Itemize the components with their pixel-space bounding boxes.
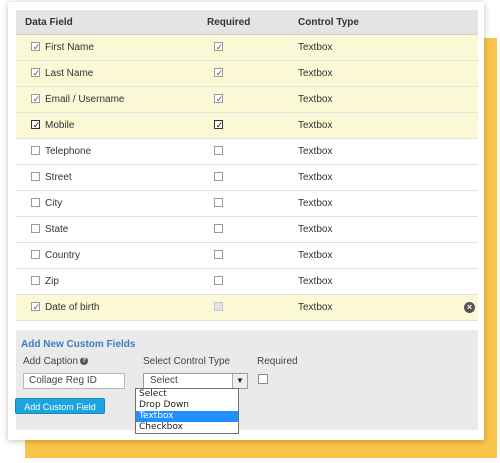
control-type-value: Textbox xyxy=(298,172,333,183)
field-enable-checkbox[interactable] xyxy=(31,198,40,207)
field-label: Email / Username xyxy=(45,94,125,105)
control-type-value: Textbox xyxy=(298,42,333,53)
required-checkbox[interactable] xyxy=(214,250,223,259)
required-checkbox[interactable] xyxy=(214,120,224,130)
field-enable-checkbox[interactable] xyxy=(31,224,40,233)
required-checkbox[interactable] xyxy=(258,374,268,384)
table-body: First NameTextboxLast NameTextboxEmail /… xyxy=(16,35,478,321)
table-row: Email / Username Textbox xyxy=(16,87,478,113)
field-label: Country xyxy=(45,250,81,261)
control-type-value: Textbox xyxy=(298,224,333,235)
field-label: Zip xyxy=(45,276,59,287)
field-enable-checkbox[interactable] xyxy=(31,94,41,104)
required-checkbox[interactable] xyxy=(214,224,223,233)
control-type-value: Textbox xyxy=(298,146,333,157)
table-row: First Name Textbox xyxy=(16,35,478,61)
dropdown-option[interactable]: Checkbox xyxy=(136,422,238,433)
help-icon[interactable]: ? xyxy=(80,357,89,366)
add-caption-label: Add Caption? xyxy=(23,356,89,367)
table-row: City Textbox xyxy=(16,191,478,217)
field-enable-checkbox[interactable] xyxy=(31,146,40,155)
required-checkbox[interactable] xyxy=(214,276,223,285)
table-row: Mobile Textbox xyxy=(16,113,478,139)
table-row: Date of birth Textbox × xyxy=(16,295,478,321)
field-enable-checkbox[interactable] xyxy=(31,302,41,312)
required-checkbox[interactable] xyxy=(214,302,223,311)
field-enable-checkbox[interactable] xyxy=(31,42,41,52)
control-type-value: Textbox xyxy=(298,302,333,313)
table-row: Street Textbox xyxy=(16,165,478,191)
required-checkbox[interactable] xyxy=(214,146,223,155)
control-type-value: Textbox xyxy=(298,198,333,209)
table-row: State Textbox xyxy=(16,217,478,243)
required-checkbox[interactable] xyxy=(214,198,223,207)
field-label: State xyxy=(45,224,69,235)
header-control-type: Control Type xyxy=(298,17,359,28)
field-enable-checkbox[interactable] xyxy=(31,250,40,259)
table-row: Telephone Textbox xyxy=(16,139,478,165)
select-value: Select xyxy=(150,375,178,386)
control-type-value: Textbox xyxy=(298,250,333,261)
control-type-value: Textbox xyxy=(298,120,333,131)
remove-icon[interactable]: × xyxy=(464,302,475,313)
field-enable-checkbox[interactable] xyxy=(31,120,41,130)
field-label: Mobile xyxy=(45,120,75,131)
required-checkbox[interactable] xyxy=(214,68,224,78)
table-row: Country Textbox xyxy=(16,243,478,269)
table-row: Zip Textbox xyxy=(16,269,478,295)
required-label: Required xyxy=(257,356,298,367)
field-label: Last Name xyxy=(45,68,94,79)
dropdown-option[interactable]: Drop Down xyxy=(136,400,238,411)
required-checkbox[interactable] xyxy=(214,42,224,52)
required-checkbox[interactable] xyxy=(214,172,223,181)
field-enable-checkbox[interactable] xyxy=(31,172,40,181)
field-label: Street xyxy=(45,172,72,183)
control-type-value: Textbox xyxy=(298,94,333,105)
custom-fields-card: Data Field Required Control Type First N… xyxy=(8,2,484,440)
field-label: First Name xyxy=(45,42,94,53)
field-label: Date of birth xyxy=(45,302,100,313)
dropdown-option[interactable]: Textbox xyxy=(136,411,238,422)
header-data-field: Data Field xyxy=(25,17,73,28)
add-custom-field-panel: Add New Custom Fields Add Caption? Selec… xyxy=(16,330,478,430)
field-label: City xyxy=(45,198,63,209)
header-required: Required xyxy=(207,17,251,28)
control-type-select[interactable]: Select ▼ xyxy=(143,373,248,389)
add-custom-field-button[interactable]: Add Custom Field xyxy=(15,398,105,414)
control-type-dropdown-list: Select Drop Down Textbox Checkbox xyxy=(135,388,239,434)
data-fields-table: Data Field Required Control Type First N… xyxy=(16,10,478,321)
table-row: Last Name Textbox xyxy=(16,61,478,87)
control-type-value: Textbox xyxy=(298,68,333,79)
caption-input[interactable]: Collage Reg ID xyxy=(23,373,125,389)
field-label: Telephone xyxy=(45,146,92,157)
control-type-label: Select Control Type xyxy=(143,356,231,367)
chevron-down-icon[interactable]: ▼ xyxy=(232,374,247,388)
field-enable-checkbox[interactable] xyxy=(31,68,41,78)
control-type-value: Textbox xyxy=(298,276,333,287)
required-checkbox[interactable] xyxy=(214,94,224,104)
dropdown-option[interactable]: Select xyxy=(136,389,238,400)
field-enable-checkbox[interactable] xyxy=(31,276,40,285)
add-custom-fields-title: Add New Custom Fields xyxy=(21,339,136,350)
table-header: Data Field Required Control Type xyxy=(16,10,478,35)
